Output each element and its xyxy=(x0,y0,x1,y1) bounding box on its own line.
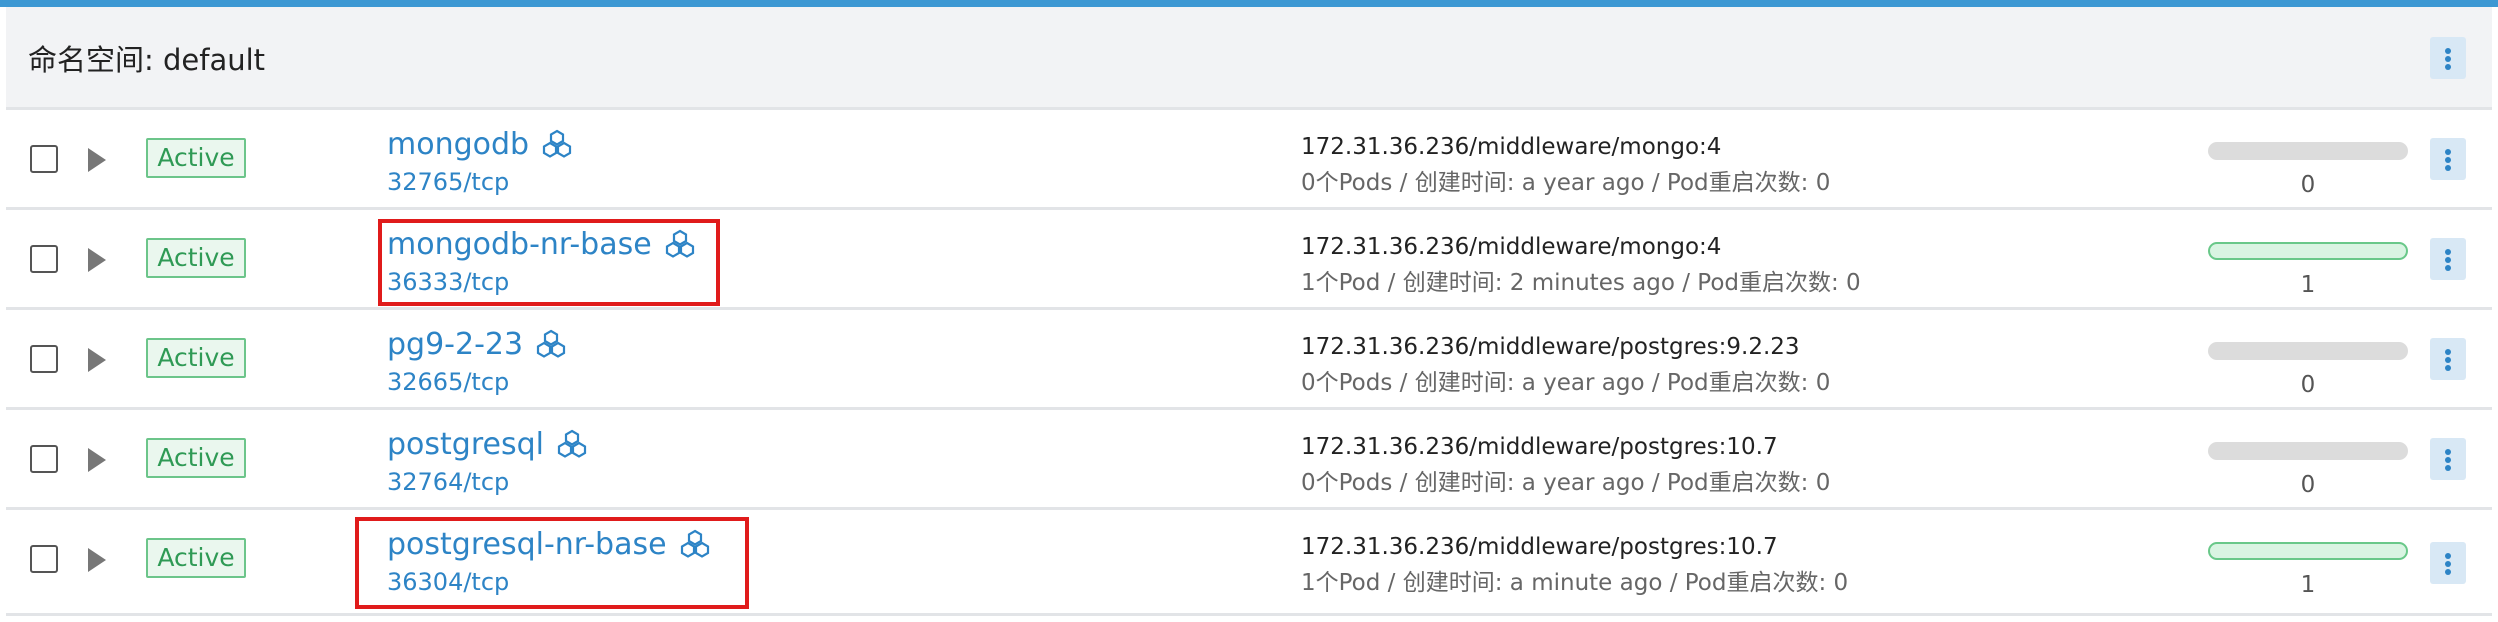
row-actions-button[interactable] xyxy=(2430,238,2466,280)
status-badge: Active xyxy=(146,238,246,278)
pod-count: 1 xyxy=(2300,272,2316,298)
port-link[interactable]: 32765/tcp xyxy=(387,168,509,196)
port-link[interactable]: 32665/tcp xyxy=(387,368,509,396)
kebab-icon xyxy=(2445,553,2451,559)
workload-name-link[interactable]: pg9-2-23 xyxy=(387,327,523,362)
row-actions-button[interactable] xyxy=(2430,438,2466,480)
pod-count: 0 xyxy=(2300,172,2316,198)
pod-count: 0 xyxy=(2300,372,2316,398)
expand-caret-icon[interactable] xyxy=(88,148,106,172)
image-name: 172.31.36.236/middleware/mongo:4 xyxy=(1301,234,1722,260)
expand-caret-icon[interactable] xyxy=(88,348,106,372)
image-name: 172.31.36.236/middleware/mongo:4 xyxy=(1301,134,1722,160)
image-name: 172.31.36.236/middleware/postgres:9.2.23 xyxy=(1301,334,1800,360)
kebab-icon xyxy=(2445,249,2451,255)
kebab-icon xyxy=(2445,349,2451,355)
pod-meta: 1个Pod / 创建时间: 2 minutes ago / Pod重启次数: 0 xyxy=(1301,270,1861,296)
kebab-icon xyxy=(2445,48,2451,54)
status-badge: Active xyxy=(146,438,246,478)
workload-row: Active mongodb-nr-base 36333/tcp 172.31.… xyxy=(6,210,2492,310)
highlight-box xyxy=(378,219,720,306)
workload-row: Active mongodb 32765/tcp 172.31.36.236/m… xyxy=(6,110,2492,210)
kebab-icon xyxy=(2445,149,2451,155)
pod-count: 1 xyxy=(2300,572,2316,598)
expand-caret-icon[interactable] xyxy=(88,248,106,272)
workload-row: Active pg9-2-23 32665/tcp 172.31.36.236/… xyxy=(6,310,2492,410)
pod-health-bar xyxy=(2208,142,2408,160)
row-checkbox[interactable] xyxy=(30,545,58,573)
namespace-title: 命名空间: default xyxy=(28,43,266,77)
row-checkbox[interactable] xyxy=(30,145,58,173)
row-actions-button[interactable] xyxy=(2430,542,2466,584)
pod-meta: 0个Pods / 创建时间: a year ago / Pod重启次数: 0 xyxy=(1301,470,1831,496)
status-badge: Active xyxy=(146,338,246,378)
namespace-group-header: 命名空间: default xyxy=(6,7,2492,110)
expand-caret-icon[interactable] xyxy=(88,548,106,572)
accent-top-bar xyxy=(0,0,2498,7)
status-badge: Active xyxy=(146,538,246,578)
workload-cluster-icon xyxy=(542,129,572,158)
workloads-panel: 命名空间: default Active mongodb 32765/tcp 1… xyxy=(0,0,2498,622)
highlight-box xyxy=(355,517,749,609)
namespace-actions-button[interactable] xyxy=(2430,37,2466,79)
row-checkbox[interactable] xyxy=(30,245,58,273)
pod-health-bar xyxy=(2208,542,2408,560)
image-name: 172.31.36.236/middleware/postgres:10.7 xyxy=(1301,534,1778,560)
pod-health-bar xyxy=(2208,342,2408,360)
expand-caret-icon[interactable] xyxy=(88,448,106,472)
workload-cluster-icon xyxy=(536,329,566,358)
workload-name-link[interactable]: postgresql xyxy=(387,427,544,462)
pod-meta: 0个Pods / 创建时间: a year ago / Pod重启次数: 0 xyxy=(1301,370,1831,396)
workload-cluster-icon xyxy=(557,429,587,458)
image-name: 172.31.36.236/middleware/postgres:10.7 xyxy=(1301,434,1778,460)
row-actions-button[interactable] xyxy=(2430,338,2466,380)
status-badge: Active xyxy=(146,138,246,178)
pod-health-bar xyxy=(2208,442,2408,460)
kebab-icon xyxy=(2445,449,2451,455)
workload-row: Active postgresql 32764/tcp 172.31.36.23… xyxy=(6,410,2492,510)
row-actions-button[interactable] xyxy=(2430,138,2466,180)
row-checkbox[interactable] xyxy=(30,345,58,373)
workload-row: Active postgresql-nr-base 36304/tcp 172.… xyxy=(6,510,2492,616)
pod-meta: 0个Pods / 创建时间: a year ago / Pod重启次数: 0 xyxy=(1301,170,1831,196)
port-link[interactable]: 32764/tcp xyxy=(387,468,509,496)
workload-name-link[interactable]: mongodb xyxy=(387,127,529,162)
pod-count: 0 xyxy=(2300,472,2316,498)
row-checkbox[interactable] xyxy=(30,445,58,473)
pod-meta: 1个Pod / 创建时间: a minute ago / Pod重启次数: 0 xyxy=(1301,570,1849,596)
pod-health-bar xyxy=(2208,242,2408,260)
